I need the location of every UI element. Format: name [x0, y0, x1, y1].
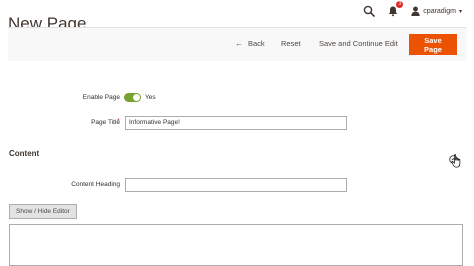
header-actions: 3 cparadigm ▾: [363, 1, 462, 18]
content-heading-label: Content Heading: [71, 181, 120, 188]
save-page-button[interactable]: Save Page: [409, 34, 457, 55]
content-section-title[interactable]: Content: [9, 149, 39, 158]
content-editor-textarea[interactable]: [9, 224, 463, 266]
reset-button[interactable]: Reset: [281, 39, 301, 48]
save-and-continue-button[interactable]: Save and Continue Edit: [319, 39, 398, 48]
enable-page-label: Enable Page: [82, 94, 120, 101]
toggle-knob: [133, 94, 140, 101]
user-icon[interactable]: [411, 6, 420, 16]
show-hide-editor-button[interactable]: Show / Hide Editor: [9, 204, 77, 219]
enable-page-value: Yes: [145, 94, 156, 101]
back-button[interactable]: ← Back: [235, 39, 265, 48]
page-title-label: Page Title: [91, 119, 120, 126]
enable-page-toggle[interactable]: [124, 93, 141, 102]
bell-icon[interactable]: 3: [387, 1, 404, 17]
hand-cursor-icon: [451, 154, 462, 168]
page-title-input[interactable]: Informative Page!: [125, 116, 347, 130]
search-icon[interactable]: [363, 5, 376, 17]
arrow-left-icon: ←: [235, 39, 243, 48]
required-marker: *: [117, 118, 120, 125]
notification-count-badge: 3: [396, 1, 404, 8]
content-heading-input[interactable]: [125, 178, 347, 192]
user-name[interactable]: cparadigm: [423, 8, 456, 15]
chevron-down-icon[interactable]: ▾: [459, 8, 462, 15]
back-button-label: Back: [248, 39, 265, 48]
page-actions-bar: ← Back Reset Save and Continue Edit Save …: [8, 27, 467, 61]
